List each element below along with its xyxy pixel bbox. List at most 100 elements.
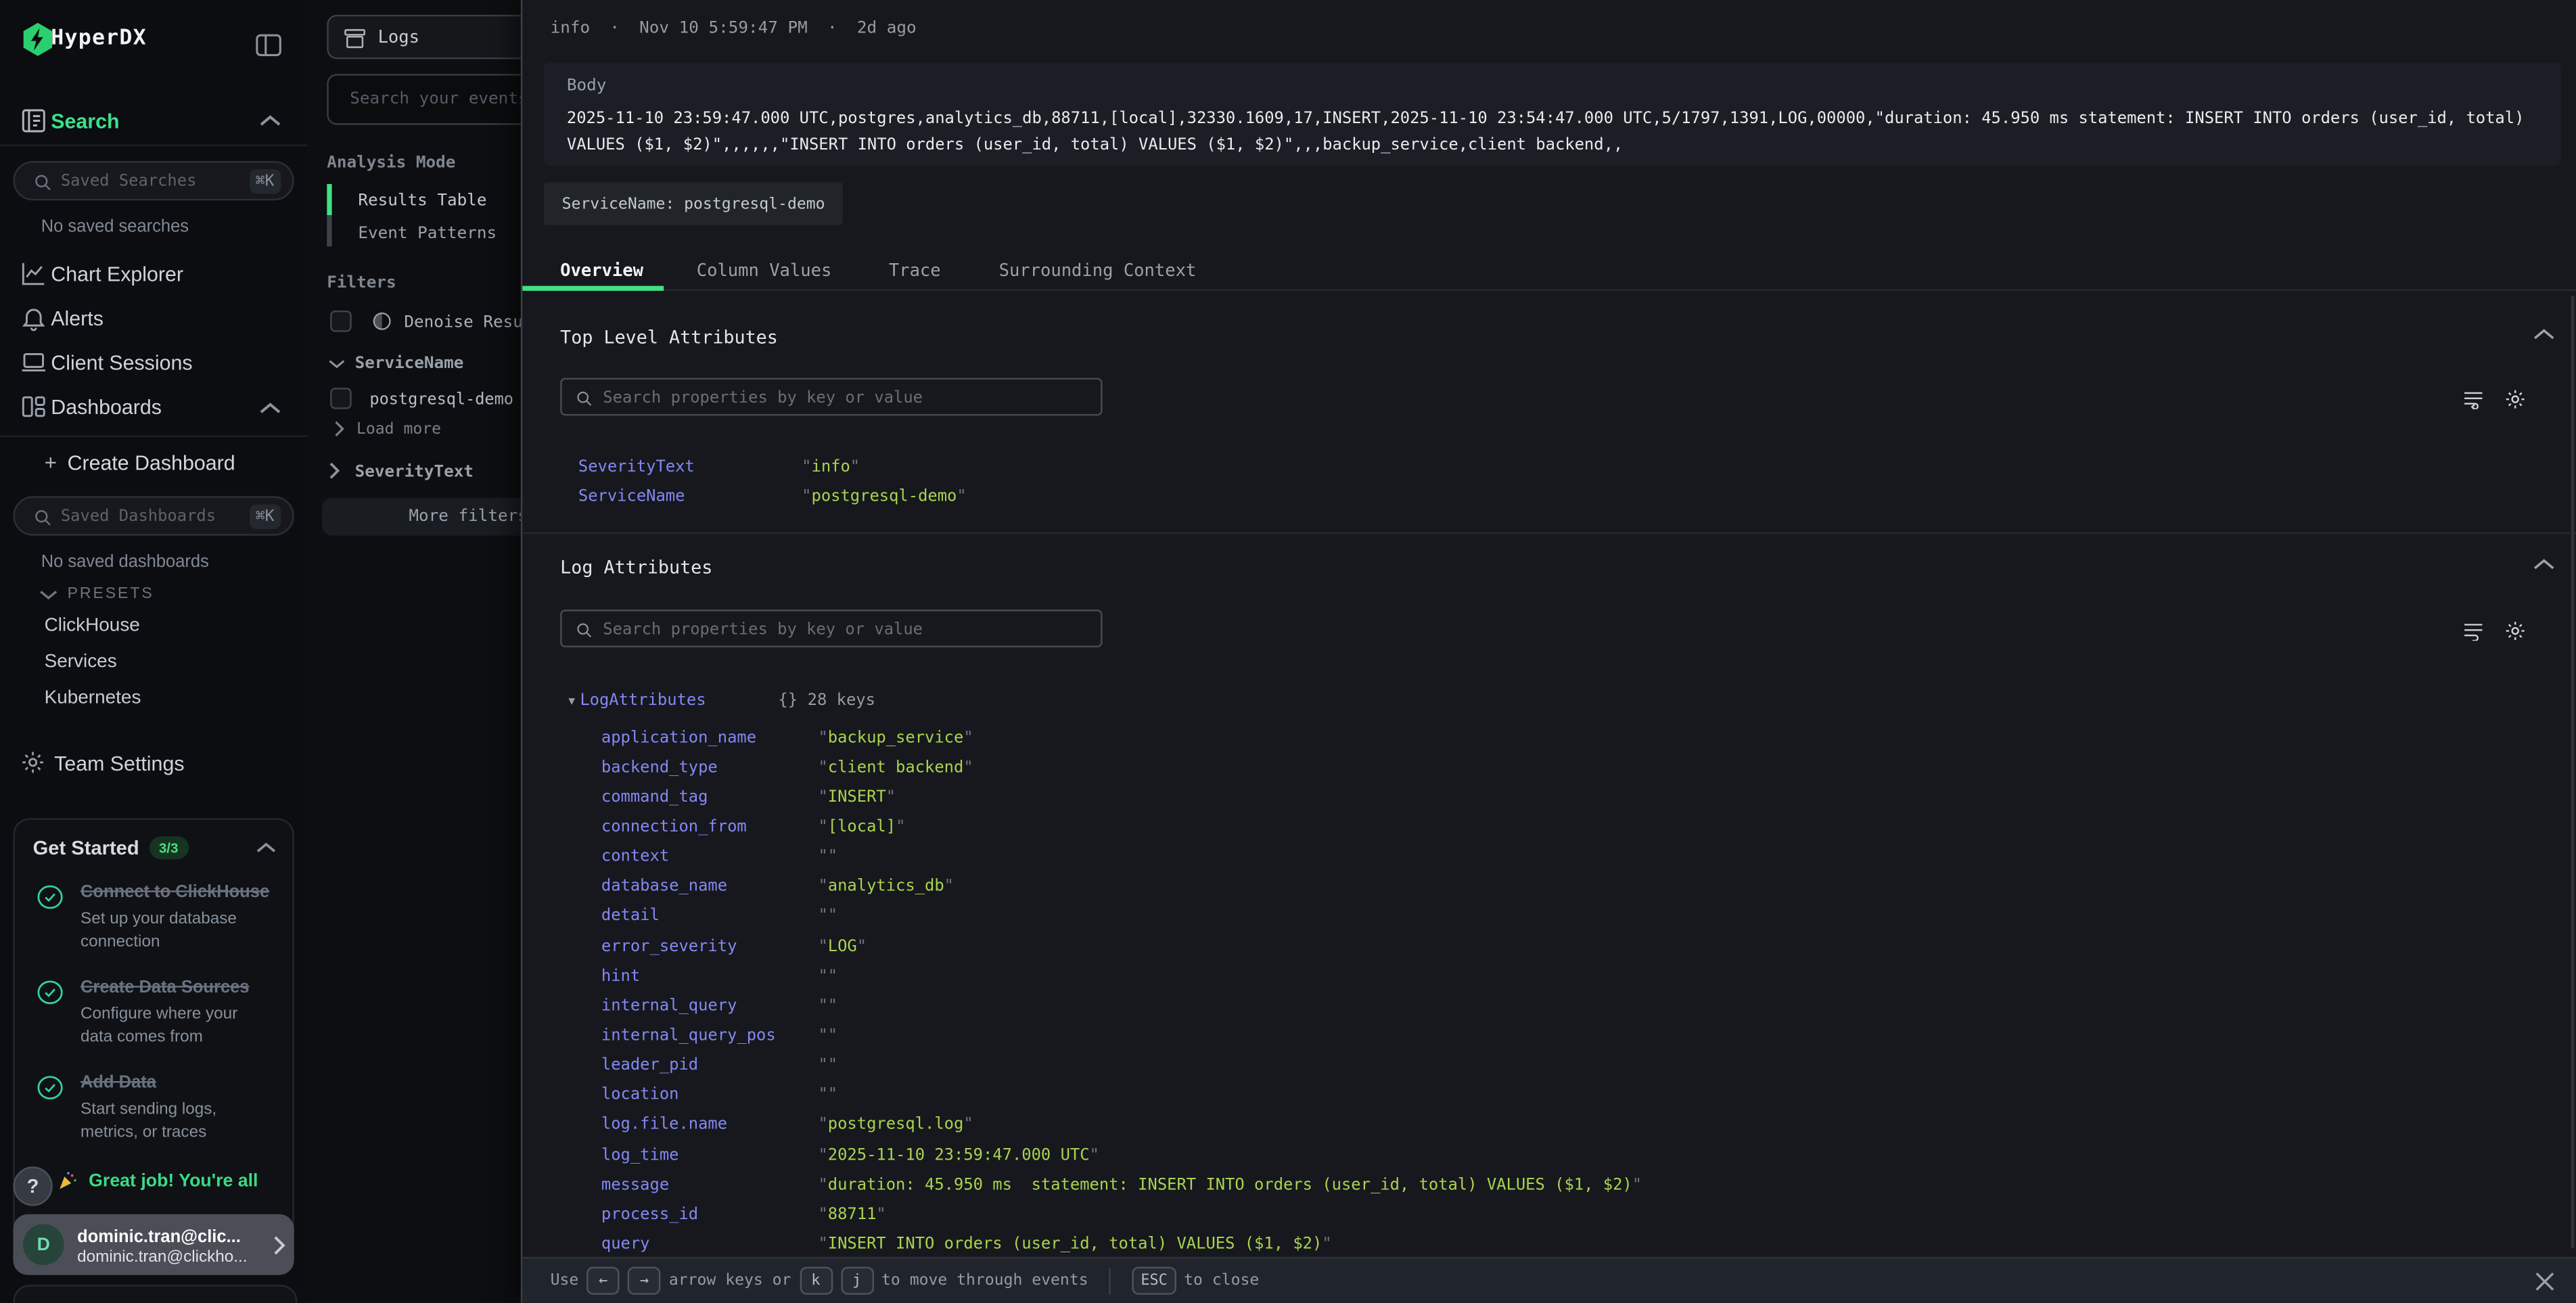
get-started-item[interactable]: Create Data SourcesConfigure where your …: [36, 976, 273, 1049]
attribute-value[interactable]: backup_service: [818, 729, 973, 747]
scrollbar-thumb[interactable]: [2571, 296, 2575, 1249]
attribute-row[interactable]: connection_from [local]: [601, 813, 1642, 842]
attribute-key[interactable]: internal_query: [601, 997, 819, 1015]
severity-text-chevron-icon[interactable]: [329, 461, 340, 480]
attribute-row[interactable]: error_severity LOG: [601, 932, 1642, 961]
sidebar-collapse-icon[interactable]: [254, 33, 282, 58]
event-search-input[interactable]: Search your events: [327, 74, 521, 124]
attribute-row[interactable]: hint: [601, 961, 1642, 991]
attribute-key[interactable]: message: [601, 1176, 819, 1194]
attribute-key[interactable]: log_time: [601, 1146, 819, 1164]
preset-item[interactable]: Kubernetes: [45, 688, 141, 711]
denoise-checkbox[interactable]: [330, 311, 352, 332]
preset-item[interactable]: ClickHouse: [45, 616, 141, 639]
wrap-lines-icon[interactable]: [2462, 621, 2484, 641]
sidebar-bottom-card[interactable]: [13, 1285, 297, 1303]
section-collapse-chevron-icon[interactable]: [2533, 557, 2555, 572]
attribute-key[interactable]: connection_from: [601, 818, 819, 836]
attribute-key[interactable]: internal_query_pos: [601, 1027, 819, 1045]
attribute-key[interactable]: hint: [601, 967, 819, 986]
log-attributes-root-row[interactable]: ▾ LogAttributes {} 28 keys: [568, 691, 875, 710]
sidebar-item-alerts[interactable]: Alerts: [51, 307, 104, 332]
log-attributes-search-input[interactable]: Search properties by key or value: [560, 610, 1102, 647]
attribute-value[interactable]: [818, 848, 837, 866]
presets-label[interactable]: PRESETS: [68, 585, 154, 603]
attribute-key[interactable]: location: [601, 1087, 819, 1105]
attribute-row[interactable]: message duration: 45.950 ms statement: I…: [601, 1170, 1642, 1199]
attribute-row[interactable]: SeverityText info: [578, 452, 967, 482]
attribute-value[interactable]: info: [802, 458, 860, 476]
saved-searches-input[interactable]: Saved Searches ⌘K: [13, 161, 294, 200]
attribute-key[interactable]: error_severity: [601, 938, 819, 956]
denoise-label[interactable]: Denoise Results: [404, 314, 520, 332]
mode-results-table[interactable]: Results Table: [358, 192, 486, 210]
attribute-value[interactable]: 2025-11-10 23:59:47.000 UTC: [818, 1146, 1099, 1164]
attribute-key[interactable]: context: [601, 848, 819, 866]
attribute-key[interactable]: SeverityText: [578, 458, 802, 476]
attribute-row[interactable]: ServiceName postgresql-demo: [578, 482, 967, 511]
attribute-value[interactable]: [818, 967, 837, 986]
user-account-row[interactable]: D dominic.tran@clic... dominic.tran@clic…: [13, 1214, 294, 1275]
attribute-key[interactable]: query: [601, 1235, 819, 1254]
attribute-row[interactable]: command_tag INSERT: [601, 783, 1642, 813]
tab-overview[interactable]: Overview: [560, 261, 643, 282]
get-started-collapse-chevron-icon[interactable]: [256, 841, 276, 854]
filter-group-service-name[interactable]: ServiceName: [355, 355, 464, 373]
attribute-value[interactable]: analytics_db: [818, 878, 954, 896]
sidebar-item-dashboards[interactable]: Dashboards: [51, 396, 162, 420]
attribute-row[interactable]: internal_query_pos: [601, 1021, 1642, 1051]
attribute-row[interactable]: log.file.name postgresql.log: [601, 1110, 1642, 1140]
source-selector-button[interactable]: Logs: [327, 15, 521, 60]
more-filters-button[interactable]: More filters: [322, 498, 521, 536]
close-icon[interactable]: [2535, 1271, 2554, 1291]
attribute-value[interactable]: [818, 908, 837, 926]
attribute-row[interactable]: log_time 2025-11-10 23:59:47.000 UTC: [601, 1140, 1642, 1170]
get-started-item[interactable]: Add DataStart sending logs, metrics, or …: [36, 1071, 273, 1145]
attribute-row[interactable]: leader_pid: [601, 1051, 1642, 1080]
tab-surrounding-context[interactable]: Surrounding Context: [999, 261, 1197, 282]
log-attributes-root-key[interactable]: LogAttributes: [580, 691, 706, 710]
attribute-key[interactable]: leader_pid: [601, 1057, 819, 1075]
load-more-button[interactable]: Load more: [356, 421, 441, 439]
attribute-key[interactable]: database_name: [601, 878, 819, 896]
filter-group-severity-text[interactable]: SeverityText: [355, 463, 474, 482]
attribute-row[interactable]: query INSERT INTO orders (user_id, total…: [601, 1230, 1642, 1260]
attribute-row[interactable]: location: [601, 1080, 1642, 1110]
attribute-key[interactable]: ServiceName: [578, 488, 802, 506]
wrap-lines-icon[interactable]: [2462, 390, 2484, 409]
create-dashboard-button[interactable]: Create Dashboard: [68, 452, 235, 476]
attribute-key[interactable]: backend_type: [601, 758, 819, 777]
attribute-value[interactable]: LOG: [818, 938, 867, 956]
tab-trace[interactable]: Trace: [889, 261, 941, 282]
attribute-row[interactable]: context: [601, 842, 1642, 872]
dashboards-collapse-chevron-icon[interactable]: [260, 401, 281, 416]
search-collapse-chevron-icon[interactable]: [260, 114, 281, 129]
attribute-row[interactable]: internal_query: [601, 991, 1642, 1021]
tree-collapse-triangle-icon[interactable]: ▾: [568, 693, 575, 708]
sidebar-item-search[interactable]: Search: [51, 110, 119, 133]
attribute-row[interactable]: database_name analytics_db: [601, 872, 1642, 902]
attribute-value[interactable]: 88711: [818, 1206, 886, 1224]
attribute-value[interactable]: [818, 1057, 837, 1075]
service-value-checkbox[interactable]: [330, 388, 352, 409]
attribute-value[interactable]: [818, 1027, 837, 1045]
attribute-value[interactable]: [local]: [818, 818, 905, 836]
get-started-item[interactable]: Connect to ClickHouseSet up your databas…: [36, 881, 273, 955]
tab-column-values[interactable]: Column Values: [697, 261, 832, 282]
attribute-value[interactable]: INSERT: [818, 788, 896, 806]
attribute-row[interactable]: detail: [601, 902, 1642, 932]
settings-gear-icon[interactable]: [2504, 388, 2527, 411]
service-name-tag[interactable]: ServiceName: postgresql-demo: [544, 183, 843, 225]
help-button[interactable]: ?: [13, 1166, 52, 1206]
sidebar-item-team-settings[interactable]: Team Settings: [54, 752, 184, 777]
preset-item[interactable]: Services: [45, 652, 141, 675]
service-name-chevron-down-icon[interactable]: [329, 358, 345, 369]
service-value-label[interactable]: postgresql-demo: [369, 391, 513, 409]
attribute-value[interactable]: INSERT INTO orders (user_id, total) VALU…: [818, 1235, 1331, 1254]
attribute-key[interactable]: process_id: [601, 1206, 819, 1224]
attribute-row[interactable]: process_id 88711: [601, 1199, 1642, 1229]
section-collapse-chevron-icon[interactable]: [2533, 327, 2555, 342]
attribute-row[interactable]: backend_type client backend: [601, 753, 1642, 783]
attribute-value[interactable]: postgresql.log: [818, 1116, 973, 1135]
attribute-value[interactable]: [818, 1087, 837, 1105]
